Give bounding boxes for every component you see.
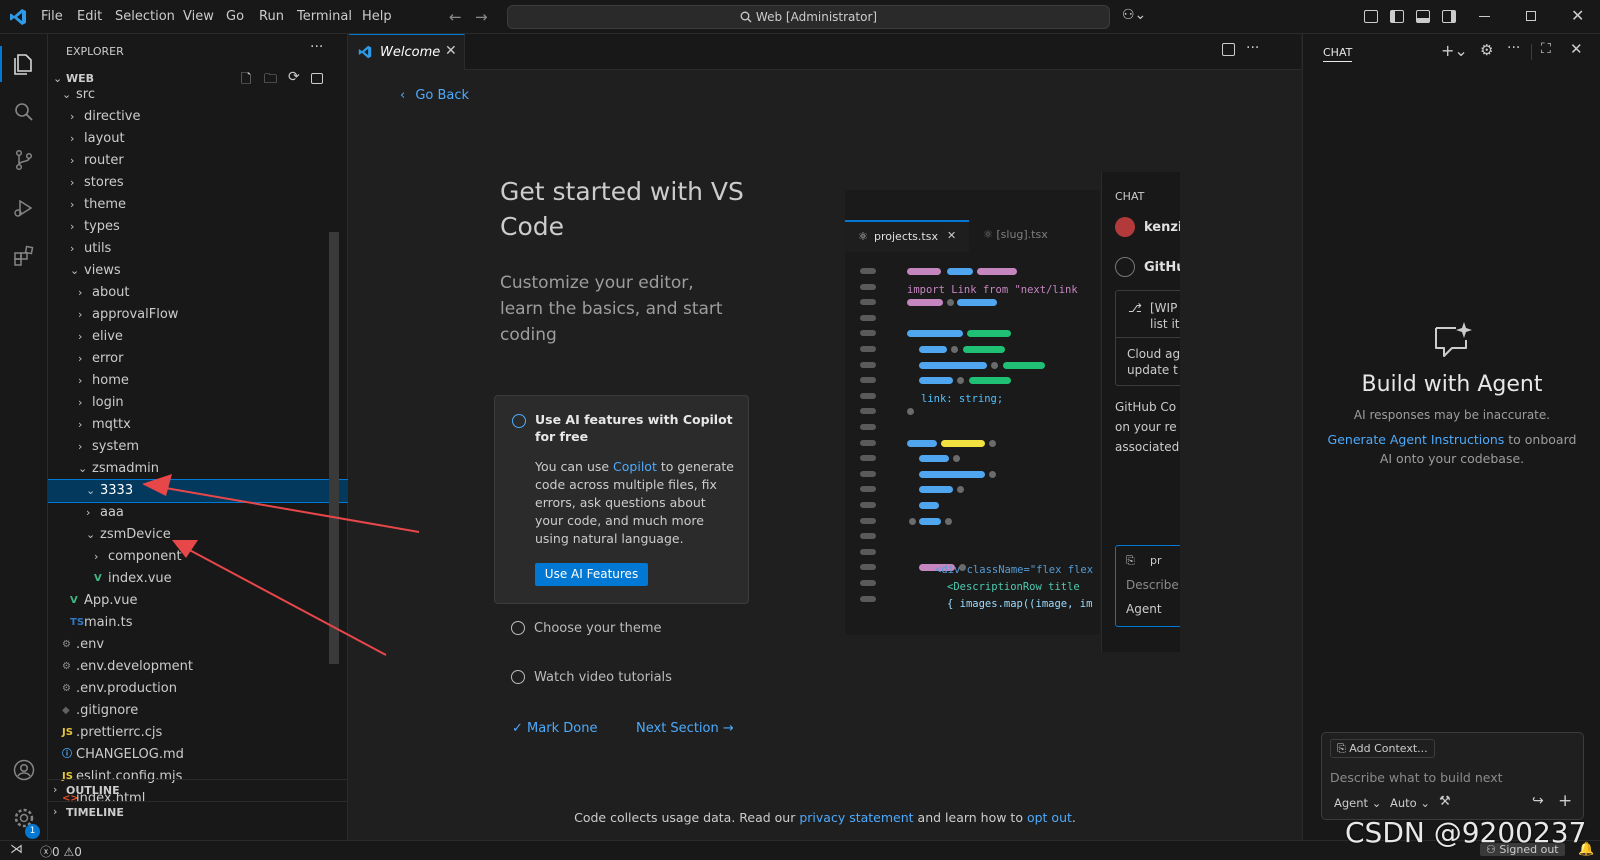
- arrow-head-1: [142, 474, 172, 496]
- annotation-arrows: [142, 474, 420, 656]
- arrow-head-2: [172, 540, 198, 558]
- annotation-arrow-1: [153, 485, 420, 533]
- annotation-arrow-2: [181, 545, 387, 656]
